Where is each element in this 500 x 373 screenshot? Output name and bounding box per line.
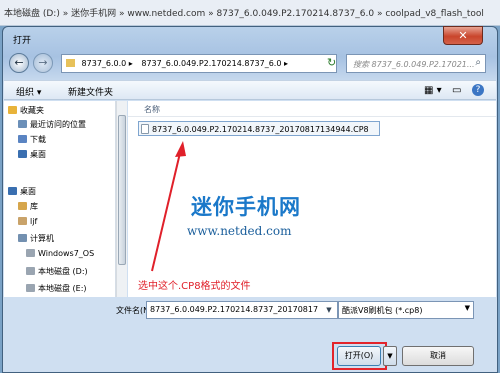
watermark-url: www.netded.com — [187, 224, 292, 238]
forward-icon[interactable]: → — [33, 53, 53, 73]
sidebar-item-user[interactable]: ljf — [18, 217, 37, 230]
star-icon — [8, 106, 17, 114]
desktop-icon — [8, 187, 17, 195]
address-bar[interactable]: 8737_6.0.0 ▸ 8737_6.0.049.P2.170214.8737… — [61, 54, 337, 73]
address-segment[interactable]: 8737_6.0.049.P2.170214.8737_6.0 ▸ — [141, 59, 288, 68]
drive-icon — [26, 284, 35, 292]
chevron-down-icon: ▼ — [464, 304, 470, 312]
toolbar: 组织 ▾ 新建文件夹 ▦ ▾ ▭ ? — [4, 80, 496, 100]
search-input[interactable]: 搜索 8737_6.0.049.P2.17021... ⌕ — [346, 54, 486, 73]
sidebar-item-desktop-root[interactable]: 桌面 — [8, 186, 36, 199]
background-breadcrumb: 本地磁盘 (D:) » 迷你手机网 » www.netded.com » 873… — [0, 0, 500, 26]
filename-input[interactable]: 8737_6.0.049.P2.170214.8737_20170817 — [146, 301, 338, 319]
search-placeholder: 搜索 8737_6.0.049.P2.17021... — [353, 60, 475, 69]
address-segment[interactable]: 8737_6.0.0 ▸ — [82, 59, 133, 68]
navigation-bar: ← → 8737_6.0.0 ▸ 8737_6.0.049.P2.170214.… — [9, 51, 489, 77]
sidebar-item-computer[interactable]: 计算机 — [18, 233, 54, 246]
open-options-button[interactable]: ▼ — [383, 346, 397, 366]
download-icon — [18, 135, 27, 143]
sidebar-item-drive-d[interactable]: 本地磁盘 (D:) — [26, 266, 88, 279]
file-type-select[interactable]: 酷派V8刷机包 (*.cp8) ▼ — [338, 301, 474, 319]
back-icon[interactable]: ← — [9, 53, 29, 73]
drive-icon — [26, 249, 35, 257]
computer-icon — [18, 234, 27, 242]
path-segment: coolpad_v8_flash_tool — [385, 9, 484, 19]
dialog-title: 打开 — [13, 36, 32, 46]
sidebar-item-drive-c[interactable]: Windows7_OS — [26, 249, 94, 262]
sidebar-item-drive-e[interactable]: 本地磁盘 (E:) — [26, 283, 87, 296]
sidebar-item-recent[interactable]: 最近访问的位置 — [18, 119, 86, 132]
library-icon — [18, 202, 27, 210]
file-list: 名称 8737_6.0.049.P2.170214.8737_201708171… — [128, 101, 496, 297]
path-segment: 8737_6.0.049.P2.170214.8737_6.0 — [216, 9, 375, 19]
help-icon[interactable]: ? — [472, 84, 484, 96]
file-type-value: 酷派V8刷机包 (*.cp8) — [342, 306, 423, 315]
recent-places-icon — [18, 120, 27, 128]
path-segment: 本地磁盘 (D:) — [4, 9, 60, 19]
path-segment: 迷你手机网 — [71, 9, 117, 19]
new-folder-button[interactable]: 新建文件夹 — [68, 85, 113, 98]
watermark-brand: 迷你手机网 — [191, 195, 301, 219]
drive-icon — [26, 267, 35, 275]
organize-menu[interactable]: 组织 ▾ — [16, 85, 41, 98]
navigation-pane: 收藏夹 最近访问的位置 下载 桌面 桌面 库 ljf 计算机 Windows7_… — [4, 101, 116, 297]
sidebar-item-libraries[interactable]: 库 — [18, 201, 38, 214]
desktop-icon — [18, 150, 27, 158]
annotation-arrow — [151, 141, 186, 272]
path-segment: www.netded.com — [127, 9, 206, 19]
sidebar-item-desktop[interactable]: 桌面 — [18, 149, 46, 162]
open-button[interactable]: 打开(O) — [337, 346, 381, 366]
search-icon[interactable]: ⌕ — [475, 57, 481, 68]
chevron-down-icon[interactable]: ▼ — [322, 302, 336, 318]
sidebar-item-downloads[interactable]: 下载 — [18, 134, 46, 147]
preview-pane-icon[interactable]: ▭ — [452, 85, 461, 96]
user-icon — [18, 217, 27, 225]
folder-icon — [66, 59, 75, 67]
cancel-button[interactable]: 取消 — [402, 346, 474, 366]
dialog-footer: 文件名(N): 8737_6.0.049.P2.170214.8737_2017… — [4, 297, 496, 373]
close-button[interactable]: ✕ — [443, 26, 483, 45]
view-options-icon[interactable]: ▦ ▾ — [424, 85, 442, 96]
open-file-dialog: 打开 ✕ ← → 8737_6.0.0 ▸ 8737_6.0.049.P2.17… — [2, 26, 498, 373]
sidebar-scrollbar[interactable] — [116, 101, 127, 297]
scrollbar-thumb[interactable] — [118, 115, 126, 265]
annotation-text: 选中这个.CP8格式的文件 — [138, 281, 251, 292]
sidebar-item-favorites[interactable]: 收藏夹 — [8, 105, 44, 118]
refresh-icon[interactable]: ↻ — [327, 56, 336, 69]
